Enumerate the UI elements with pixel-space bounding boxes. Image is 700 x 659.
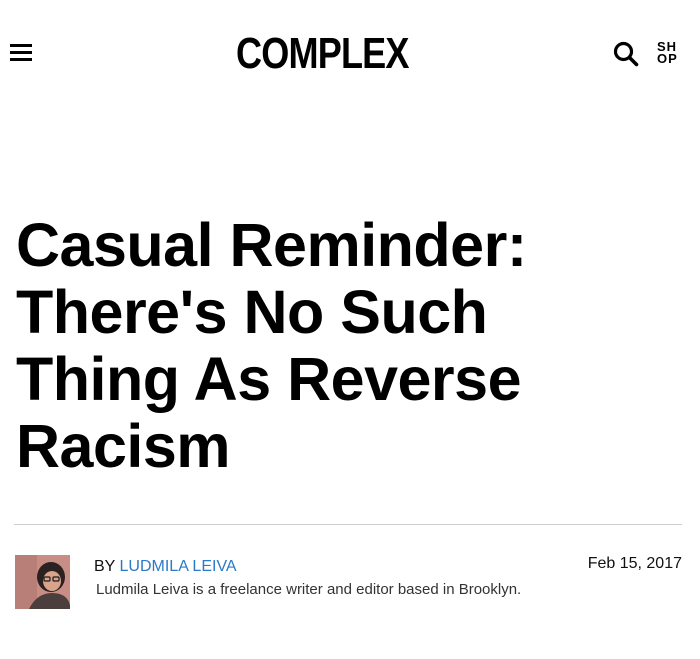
article-title-line: Racism bbox=[16, 412, 231, 480]
shop-label-bottom: OP bbox=[657, 51, 678, 66]
title-divider bbox=[14, 524, 682, 525]
author-name-link[interactable]: LUDMILA LEIVA bbox=[120, 558, 237, 575]
site-header: COMPLEX SH OP bbox=[0, 0, 700, 100]
article-title-line: Thing As Reverse bbox=[16, 345, 522, 413]
byline-prefix: BY bbox=[94, 558, 116, 575]
search-button[interactable] bbox=[612, 40, 640, 68]
publish-date: Feb 15, 2017 bbox=[587, 555, 682, 572]
byline: BY LUDMILA LEIVA bbox=[94, 557, 237, 577]
article-title: Casual Reminder: There's No Such Thing A… bbox=[16, 212, 676, 480]
author-avatar[interactable] bbox=[15, 555, 70, 609]
author-bio: Ludmila Leiva is a freelance writer and … bbox=[96, 581, 522, 598]
article-title-line: Casual Reminder: bbox=[16, 211, 527, 279]
article-title-line: There's No Such bbox=[16, 278, 488, 346]
site-logo-text: COMPLEX bbox=[236, 29, 409, 78]
site-logo[interactable]: COMPLEX bbox=[236, 28, 412, 80]
shop-link[interactable]: SH OP bbox=[657, 40, 691, 67]
menu-button[interactable] bbox=[8, 40, 34, 66]
search-icon bbox=[613, 41, 639, 67]
author-portrait-image bbox=[15, 555, 70, 609]
